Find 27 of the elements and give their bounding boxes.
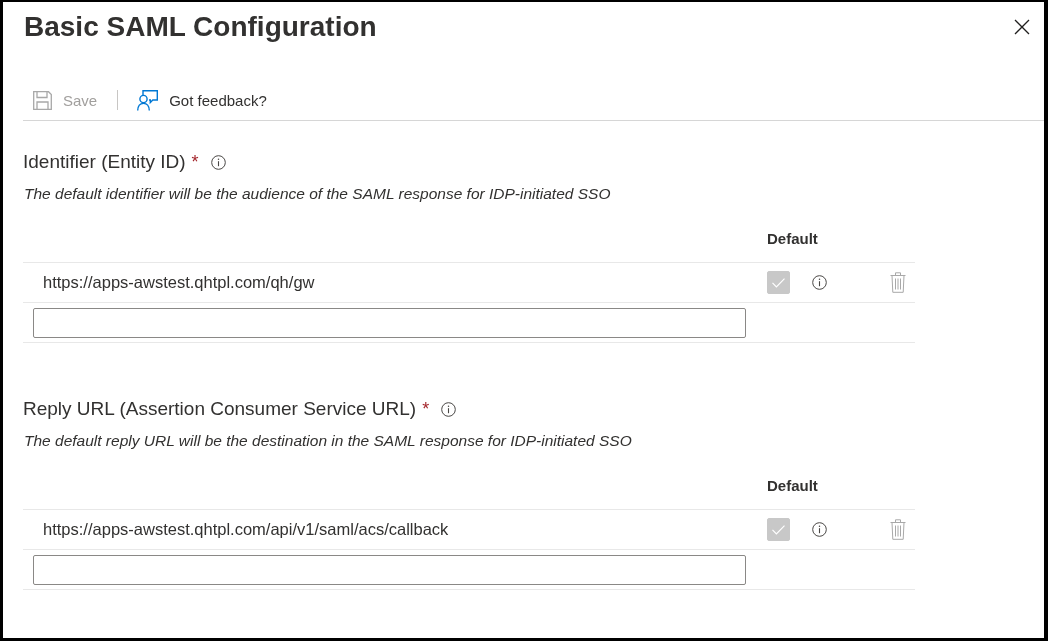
delete-button[interactable] <box>890 519 906 540</box>
trash-icon <box>890 519 906 540</box>
input-field[interactable] <box>33 554 746 585</box>
section-description: The default reply URL will be the destination in the SAML response for IDP-initiated SSO <box>24 431 633 451</box>
column-header: Default <box>767 229 818 249</box>
required-mark: * <box>422 398 430 421</box>
info-icon[interactable] <box>210 154 226 170</box>
info-icon[interactable] <box>812 275 827 290</box>
dialog-title: Basic SAML Configuration <box>24 10 377 44</box>
info-icon[interactable] <box>441 401 457 417</box>
close-button[interactable] <box>1014 19 1030 35</box>
person-chat-icon <box>137 89 159 111</box>
check-icon <box>772 277 785 288</box>
url-cell-text: https://apps-awstest.qhtpl.com/api/v1/saml/acs/callback <box>42 520 450 539</box>
section-heading: Reply URL (Assertion Consumer Service URL) <box>23 397 417 421</box>
check-icon <box>772 524 785 535</box>
section-description: The default identifier will be the audience of the SAML response for IDP-initiated SSO <box>24 184 612 204</box>
input-field[interactable] <box>33 307 746 338</box>
delete-button[interactable] <box>890 272 906 293</box>
required-mark: * <box>191 151 199 174</box>
section-heading: Identifier (Entity ID) <box>23 150 186 174</box>
trash-icon <box>890 272 906 293</box>
info-icon[interactable] <box>812 522 827 537</box>
url-cell-text: https://apps-awstest.qhtpl.com/qh/gw <box>42 273 316 292</box>
feedback-button[interactable]: Got feedback? <box>137 85 267 115</box>
close-icon <box>1014 19 1030 35</box>
column-header: Default <box>767 476 818 496</box>
